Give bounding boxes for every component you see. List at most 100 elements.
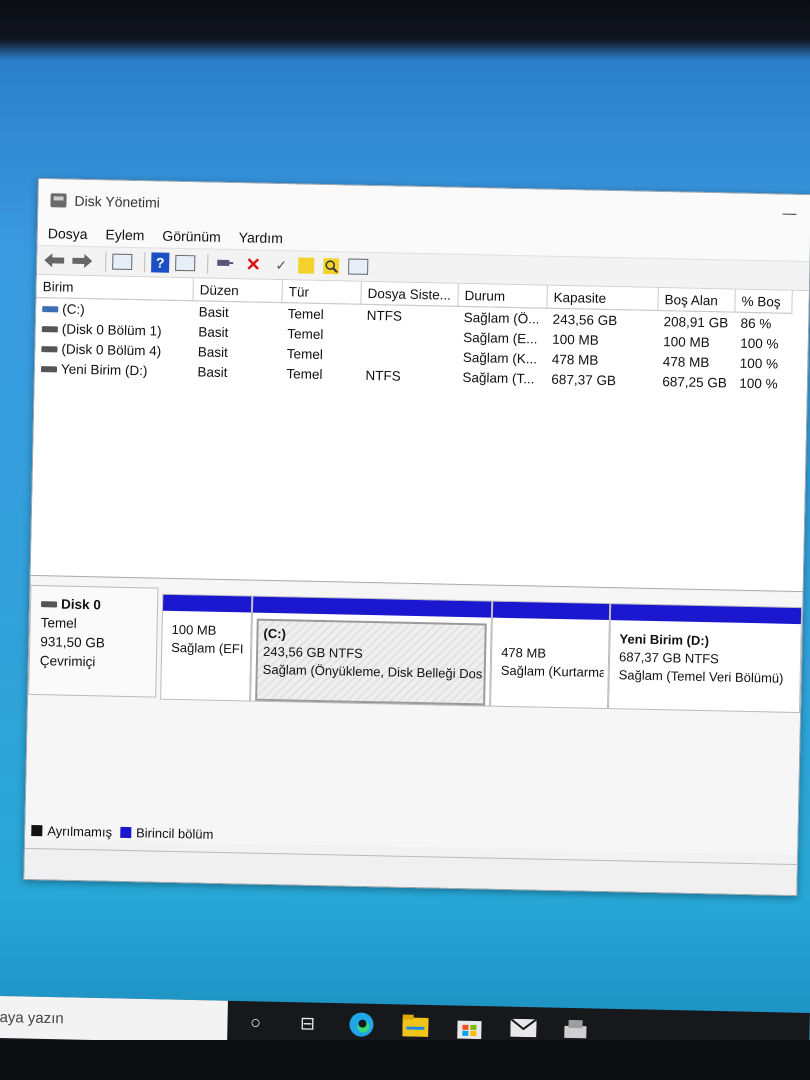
cell-dosya-sistemi: NTFS bbox=[366, 307, 403, 324]
disk-size: 931,50 GB bbox=[40, 634, 105, 651]
cell-duzen: Basit bbox=[197, 363, 228, 380]
timeline-icon[interactable]: ⊟ bbox=[293, 1010, 322, 1037]
minimize-button[interactable]: — bbox=[782, 205, 796, 221]
cell-kapasite: 478 MB bbox=[551, 351, 599, 368]
cell-yuzde-bos: 100 % bbox=[739, 375, 778, 392]
cell-tur: Temel bbox=[287, 305, 324, 322]
partition-size: 100 MB bbox=[171, 621, 217, 638]
legend: Ayrılmamış Birincil bölüm bbox=[31, 823, 214, 842]
cell-kapasite: 100 MB bbox=[552, 331, 599, 348]
col-kapasite[interactable]: Kapasite bbox=[546, 285, 659, 311]
primary-partition-bar bbox=[252, 596, 492, 618]
cell-bos-alan: 687,25 GB bbox=[662, 373, 728, 390]
toolbar-separator bbox=[105, 251, 107, 272]
col-yuzde-bos[interactable]: % Boş bbox=[734, 289, 793, 314]
cell-bos-alan: 208,91 GB bbox=[663, 313, 729, 330]
primary-partition-bar bbox=[492, 601, 610, 621]
status-bar bbox=[24, 847, 797, 896]
cell-tur: Temel bbox=[286, 365, 323, 382]
check-icon[interactable]: ✓ bbox=[270, 255, 292, 275]
forward-arrow-icon[interactable] bbox=[71, 251, 93, 271]
cell-dosya-sistemi bbox=[360, 325, 457, 347]
col-tur[interactable]: Tür bbox=[281, 280, 362, 305]
properties-icon[interactable] bbox=[112, 253, 133, 270]
cell-durum: Sağlam (E... bbox=[463, 329, 538, 346]
menu-eylem[interactable]: Eylem bbox=[105, 226, 144, 243]
partition-recovery[interactable]: 478 MB Sağlam (Kurtarma bbox=[490, 600, 611, 710]
mail-icon[interactable] bbox=[509, 1015, 538, 1042]
disk-name: Disk 0 bbox=[60, 596, 102, 613]
cell-tur: Temel bbox=[286, 345, 324, 362]
col-birim[interactable]: Birim bbox=[36, 274, 194, 301]
disk-management-window: Disk Yönetimi — Dosya Eylem Görünüm Yard… bbox=[23, 178, 810, 897]
col-dosya-sistemi[interactable]: Dosya Siste... bbox=[360, 281, 459, 307]
menu-dosya[interactable]: Dosya bbox=[48, 225, 88, 242]
back-arrow-icon[interactable] bbox=[43, 250, 65, 270]
cell-yuzde-bos: 100 % bbox=[739, 355, 779, 372]
partition-status: Sağlam (Kurtarma bbox=[500, 662, 605, 681]
menu-yardim[interactable]: Yardım bbox=[239, 229, 283, 246]
help-icon[interactable]: ? bbox=[151, 252, 170, 273]
cell-dosya-sistemi bbox=[360, 345, 457, 367]
legend-primary: Birincil bölüm bbox=[135, 825, 214, 842]
volume-list-pane: Birim Düzen Tür Dosya Siste... Durum Kap… bbox=[30, 274, 809, 593]
disk-status: Çevrimiçi bbox=[39, 653, 96, 670]
partition-efi[interactable]: 100 MB Sağlam (EFI bbox=[160, 593, 253, 702]
partition-status: Sağlam (EFI bbox=[171, 639, 244, 657]
cell-bos-alan: 478 MB bbox=[662, 353, 710, 370]
partition-size: 478 MB bbox=[501, 644, 547, 661]
cell-durum: Sağlam (T... bbox=[462, 369, 535, 386]
taskbar-search-box[interactable]: aya yazın bbox=[0, 996, 228, 1043]
partition-status: Sağlam (Temel Veri Bölümü) bbox=[618, 667, 784, 686]
cell-birim: (Disk 0 Bölüm 1) bbox=[61, 321, 162, 339]
primary-partition-bar bbox=[162, 594, 252, 613]
cell-duzen: Basit bbox=[197, 343, 229, 360]
search-icon[interactable] bbox=[320, 256, 342, 276]
disk-management-icon[interactable] bbox=[561, 1016, 590, 1043]
col-durum[interactable]: Durum bbox=[457, 283, 548, 309]
legend-swatch-primary bbox=[119, 826, 132, 839]
cell-duzen: Basit bbox=[198, 303, 229, 320]
col-bos-alan[interactable]: Boş Alan bbox=[657, 288, 736, 313]
partition-d[interactable]: Yeni Birim (D:) 687,37 GB NTFS Sağlam (T… bbox=[608, 603, 803, 714]
edge-icon[interactable] bbox=[347, 1011, 376, 1038]
legend-unallocated: Ayrılmamış bbox=[47, 823, 113, 840]
legend-swatch-unallocated bbox=[31, 825, 43, 837]
console-icon[interactable] bbox=[175, 254, 196, 272]
file-explorer-icon[interactable] bbox=[401, 1012, 430, 1039]
connect-icon[interactable] bbox=[214, 254, 236, 274]
volume-icon bbox=[41, 346, 58, 353]
volume-table: Birim Düzen Tür Dosya Siste... Durum Kap… bbox=[35, 274, 793, 394]
menu-gorunum[interactable]: Görünüm bbox=[162, 228, 221, 245]
disk-0-info[interactable]: Disk 0 Temel 931,50 GB Çevrimiçi bbox=[28, 584, 159, 698]
cell-birim: (C:) bbox=[62, 301, 85, 317]
cell-tur: Temel bbox=[287, 325, 324, 342]
cell-birim: (Disk 0 Bölüm 4) bbox=[61, 341, 162, 359]
import-icon[interactable] bbox=[298, 257, 315, 274]
disk-management-app-icon bbox=[50, 193, 67, 208]
partition-row: 100 MB Sağlam (EFI (C:) 243,56 GB NTFS S… bbox=[160, 593, 803, 714]
cell-kapasite: 687,37 GB bbox=[551, 371, 617, 388]
delete-icon[interactable]: ✕ bbox=[242, 254, 264, 274]
store-icon[interactable] bbox=[455, 1014, 484, 1041]
task-view-circle-icon[interactable]: ○ bbox=[241, 1009, 270, 1036]
cell-kapasite: 243,56 GB bbox=[552, 311, 618, 328]
cell-birim: Yeni Birim (D:) bbox=[60, 361, 148, 378]
details-icon[interactable] bbox=[348, 258, 369, 275]
cell-yuzde-bos: 100 % bbox=[740, 335, 779, 352]
search-placeholder: aya yazın bbox=[0, 1008, 64, 1027]
toolbar-separator bbox=[207, 253, 209, 274]
cell-dosya-sistemi: NTFS bbox=[365, 367, 401, 384]
partition-status: Sağlam (Önyükleme, Disk Belleği Dos bbox=[262, 661, 483, 682]
col-duzen[interactable]: Düzen bbox=[192, 278, 283, 303]
cell-durum: Sağlam (K... bbox=[462, 349, 538, 366]
disk-icon bbox=[41, 601, 58, 608]
cell-bos-alan: 100 MB bbox=[663, 333, 710, 350]
cell-durum: Sağlam (Ö... bbox=[463, 309, 540, 327]
toolbar-separator bbox=[144, 252, 146, 273]
window-title: Disk Yönetimi bbox=[74, 192, 161, 211]
volume-icon bbox=[40, 366, 58, 373]
disk-type: Temel bbox=[40, 615, 77, 631]
partition-c[interactable]: (C:) 243,56 GB NTFS Sağlam (Önyükleme, D… bbox=[250, 595, 493, 707]
cell-yuzde-bos: 86 % bbox=[740, 315, 772, 331]
